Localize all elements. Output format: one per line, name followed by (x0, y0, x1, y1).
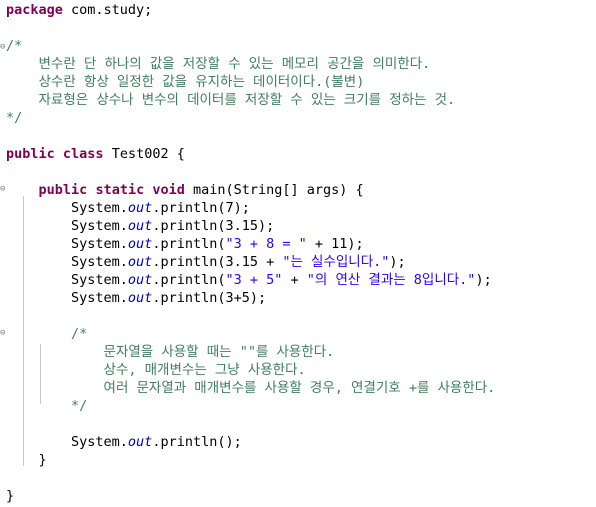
code-line-cm2-3[interactable]: 여러 문자열과 매개변수를 사용할 경우, 연결기호 +를 사용한다. (6, 379, 496, 397)
code-line-doc-open[interactable]: /* (6, 37, 22, 55)
code-token: 문자열을 사용할 때는 ""를 사용한다. (6, 344, 335, 360)
code-token: public (6, 146, 55, 162)
code-token: main(String[] args) { (184, 182, 364, 198)
code-token: /* (6, 326, 88, 342)
code-token: + (282, 272, 307, 288)
code-line-print-2[interactable]: System.out.println(3.15); (6, 217, 274, 235)
code-line-main-decl[interactable]: public static void main(String[] args) { (6, 181, 364, 199)
code-token: 상수란 항상 일정한 값을 유지하는 데이터이다.(불변) (6, 74, 365, 90)
code-token: Test002 { (103, 146, 185, 162)
code-line-cm2-2[interactable]: 상수, 매개변수는 그냥 사용한다. (6, 361, 306, 379)
code-line-print-1[interactable]: System.out.println(7); (6, 199, 250, 217)
code-token: .println(7); (152, 200, 250, 216)
code-line-doc-2[interactable]: 상수란 항상 일정한 값을 유지하는 데이터이다.(불변) (6, 73, 365, 91)
code-token: ); (475, 272, 492, 288)
code-token: ); (389, 254, 406, 270)
code-token: System. (6, 434, 128, 450)
code-token: System. (6, 236, 128, 252)
code-line-pkg[interactable]: package com.study; (6, 1, 152, 19)
code-line-print-6[interactable]: System.out.println(3+5); (6, 289, 266, 307)
code-token: out (127, 200, 153, 216)
code-token: System. (6, 290, 128, 306)
code-line-doc-close[interactable]: */ (6, 109, 22, 127)
code-token: System. (6, 254, 128, 270)
code-token: static (95, 182, 145, 198)
code-line-print-7[interactable]: System.out.println(); (6, 433, 242, 451)
code-editor[interactable]: ⊖ ⊖ ⊖ package com.study;/* 변수란 단 하나의 값을 … (0, 0, 596, 507)
code-line-doc-1[interactable]: 변수란 단 하나의 값을 저장할 수 있는 메모리 공간을 의미한다. (6, 55, 431, 73)
code-token: System. (6, 200, 128, 216)
code-token: "는 실수입니다." (282, 254, 390, 270)
code-token: "의 연산 결과는 8입니다." (306, 272, 476, 288)
code-token: out (127, 236, 153, 252)
code-token: .println( (152, 272, 226, 288)
code-token: */ (6, 110, 23, 126)
code-token: void (152, 182, 185, 198)
code-line-main-close[interactable]: } (6, 451, 47, 469)
code-token: .println(); (152, 434, 242, 450)
code-token: out (127, 290, 153, 306)
code-token: System. (6, 218, 128, 234)
code-token: "3 + 8 = " (225, 236, 307, 252)
code-token: System. (6, 272, 128, 288)
code-line-doc-3[interactable]: 자료형은 상수나 변수의 데이터를 저장할 수 있는 크기를 정하는 것. (6, 91, 456, 109)
code-token: */ (6, 398, 88, 414)
code-token: + 11); (306, 236, 364, 252)
code-token: 상수, 매개변수는 그냥 사용한다. (6, 362, 306, 378)
code-token: out (127, 434, 153, 450)
code-line-cm2-close[interactable]: */ (6, 397, 87, 415)
code-token: .println(3.15 + (152, 254, 283, 270)
code-line-print-3[interactable]: System.out.println("3 + 8 = " + 11); (6, 235, 364, 253)
code-line-print-5[interactable]: System.out.println("3 + 5" + "의 연산 결과는 8… (6, 271, 492, 289)
code-token: .println(3+5); (152, 290, 267, 306)
code-token: out (127, 254, 153, 270)
code-line-print-4[interactable]: System.out.println(3.15 + "는 실수입니다."); (6, 253, 406, 271)
code-token: .println( (152, 236, 226, 252)
code-token: } (6, 452, 47, 468)
code-token: "3 + 5" (225, 272, 283, 288)
code-line-class-decl[interactable]: public class Test002 { (6, 145, 185, 163)
code-token: package (6, 2, 63, 18)
code-token: /* (6, 38, 23, 54)
code-token: out (127, 272, 153, 288)
code-token: 변수란 단 하나의 값을 저장할 수 있는 메모리 공간을 의미한다. (6, 56, 431, 72)
code-token: .println(3.15); (152, 218, 275, 234)
code-token: class (62, 146, 104, 162)
code-line-class-close[interactable]: } (6, 487, 14, 505)
code-token: out (127, 218, 153, 234)
code-token: com.study; (62, 2, 153, 18)
code-line-cm2-1[interactable]: 문자열을 사용할 때는 ""를 사용한다. (6, 343, 335, 361)
code-line-cm2-open[interactable]: /* (6, 325, 87, 343)
code-token: } (6, 488, 15, 504)
code-token: public (38, 182, 88, 198)
code-token: 여러 문자열과 매개변수를 사용할 경우, 연결기호 +를 사용한다. (6, 380, 496, 396)
code-token: 자료형은 상수나 변수의 데이터를 저장할 수 있는 크기를 정하는 것. (6, 92, 456, 108)
